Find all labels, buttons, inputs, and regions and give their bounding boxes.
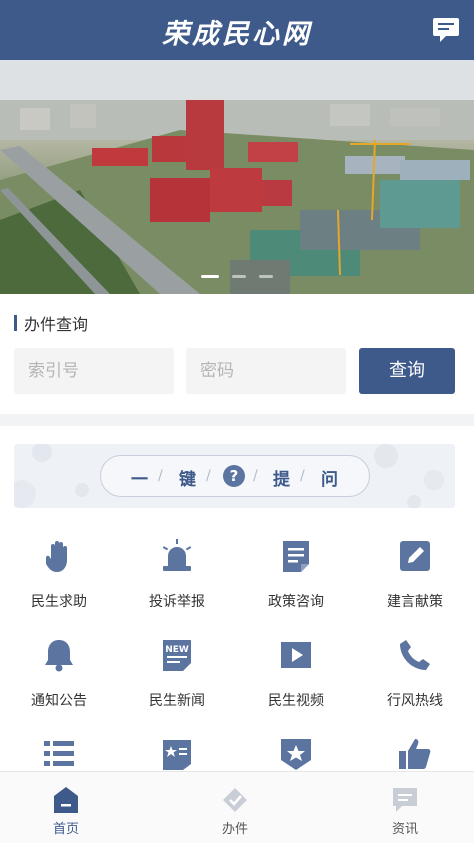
check-diamond-icon [223,788,247,812]
ask-separator: / [158,468,163,484]
section-title: 办件查询 [14,314,89,334]
ask-separator: / [206,468,211,484]
query-button[interactable]: 查询 [359,348,455,394]
ask-char: 问 [321,470,338,490]
index-number-input[interactable] [14,348,174,394]
grid-label: 通知公告 [31,693,87,709]
ask-char: 提 [273,470,290,490]
ask-separator: / [300,468,305,484]
query-title: 办件查询 [24,315,89,334]
carousel-dot[interactable] [200,275,219,278]
title-accent-bar [14,315,17,331]
carousel-dot[interactable] [232,275,246,278]
grid-item-hotline[interactable]: 行风热线 [356,637,474,727]
grid-item-help[interactable]: 民生求助 [0,538,118,628]
ask-pill: 一 / 键 / ? / 提 / 问 [100,455,370,497]
nav-cases[interactable]: 办件 [175,772,295,843]
grid-item-notice[interactable]: 通知公告 [0,637,118,727]
hand-icon [45,541,67,572]
banner-carousel[interactable] [0,60,474,294]
carousel-indicator [0,263,474,282]
grid-label: 行风热线 [387,693,443,709]
nav-info[interactable]: 资讯 [345,772,465,843]
star-shield-icon [281,739,311,770]
grid-label: 投诉举报 [149,594,205,610]
video-play-icon [281,642,311,668]
one-click-ask-banner[interactable]: 一 / 键 / ? / 提 / 问 [14,444,455,508]
nav-label: 首页 [52,822,79,837]
ask-char: 一 [131,470,148,490]
banner-image [0,60,474,294]
section-divider [0,414,474,426]
grid-label: 建言献策 [387,594,443,610]
pencil-edit-icon [400,541,430,571]
grid-label: 民生求助 [31,594,87,610]
grid-item-video[interactable]: 民生视频 [237,637,355,727]
ask-char: 键 [179,470,196,490]
message-icon[interactable] [432,17,460,43]
phone-icon [400,640,430,670]
grid-label: 民生视频 [268,693,324,709]
news-icon: NEW [163,640,191,671]
ask-separator: / [253,468,258,484]
svg-text:NEW: NEW [165,645,189,655]
bell-icon [45,640,73,672]
alarm-light-icon [162,539,192,571]
nav-label: 办件 [221,822,248,837]
star-badge-icon [163,740,191,770]
grid-item-news[interactable]: NEW 民生新闻 [118,637,236,727]
grid-item-complaint[interactable]: 投诉举报 [118,538,236,628]
list-icon [44,741,74,766]
grid-label: 民生新闻 [149,693,205,709]
thumbs-up-icon [399,739,431,769]
grid-item-suggestion[interactable]: 建言献策 [356,538,474,628]
case-query-section: 办件查询 查询 [0,294,474,414]
grid-item-policy[interactable]: 政策咨询 [237,538,355,628]
carousel-dot[interactable] [259,275,274,278]
document-icon [283,541,309,572]
question-icon: ? [223,465,245,487]
password-input[interactable] [186,348,346,394]
bottom-navigation: 首页 办件 资讯 [0,771,474,843]
app-header: 荣成民心网 [0,0,474,60]
home-icon [54,787,78,813]
nav-home[interactable]: 首页 [6,772,126,843]
nav-label: 资讯 [391,822,418,837]
chat-icon [393,788,417,812]
app-title: 荣成民心网 [162,19,312,50]
grid-label: 政策咨询 [268,594,324,610]
